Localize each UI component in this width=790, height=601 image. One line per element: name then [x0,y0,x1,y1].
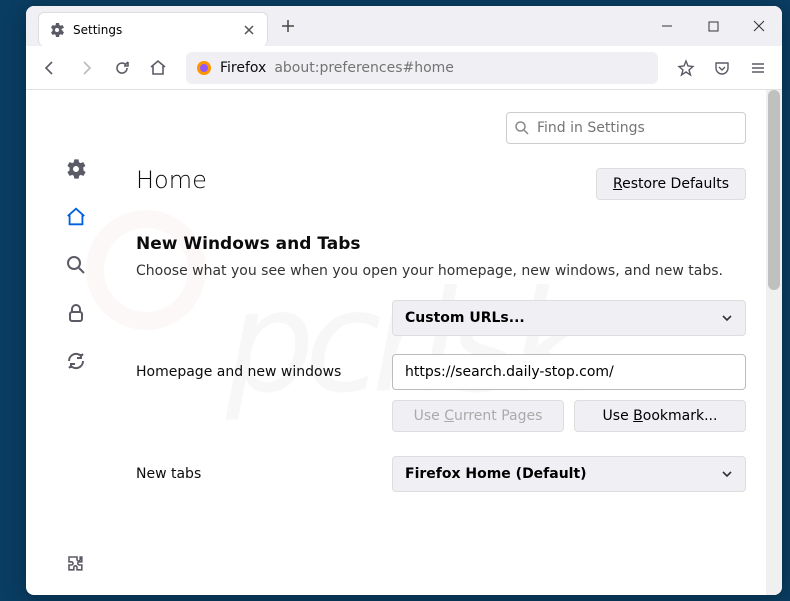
tab-bar: Settings [26,6,782,46]
bookmark-star-icon[interactable] [670,52,702,84]
use-bookmark-button[interactable]: Use Bookmark... [574,400,746,432]
menu-button[interactable] [742,52,774,84]
tab-title: Settings [73,23,233,37]
newtabs-select-value: Firefox Home (Default) [405,466,587,482]
forward-button[interactable] [70,52,102,84]
new-tab-button[interactable] [274,12,302,40]
sidebar-home-icon[interactable] [65,206,87,228]
minimize-button[interactable] [644,6,690,46]
section-title: New Windows and Tabs [136,234,762,254]
close-window-button[interactable] [736,6,782,46]
homepage-select-value: Custom URLs... [405,310,525,326]
gear-icon [49,22,65,38]
newtabs-select[interactable]: Firefox Home (Default) [392,456,746,492]
sidebar-extensions-icon[interactable] [65,553,87,575]
chevron-down-icon [721,468,733,480]
close-icon[interactable] [241,22,257,38]
sidebar [26,90,126,595]
tab-settings[interactable]: Settings [38,12,268,46]
main-content: Home Restore Defaults New Windows and Ta… [126,90,782,595]
back-button[interactable] [34,52,66,84]
newtabs-label: New tabs [136,466,376,482]
scrollbar-thumb[interactable] [768,90,780,290]
search-icon [514,120,530,136]
maximize-button[interactable] [690,6,736,46]
settings-search[interactable] [506,112,746,144]
use-current-pages-button[interactable]: Use Current Pages [392,400,564,432]
settings-search-input[interactable] [506,112,746,144]
homepage-select[interactable]: Custom URLs... [392,300,746,336]
chevron-down-icon [721,312,733,324]
sidebar-privacy-icon[interactable] [65,302,87,324]
homepage-field-label: Homepage and new windows [136,364,376,380]
url-bar[interactable]: Firefox about:preferences#home [186,52,658,84]
home-button[interactable] [142,52,174,84]
homepage-url-input[interactable] [392,354,746,390]
reload-button[interactable] [106,52,138,84]
restore-defaults-button[interactable]: Restore Defaults [596,168,746,200]
urlbar-text: about:preferences#home [274,60,454,76]
sidebar-sync-icon[interactable] [65,350,87,372]
sidebar-search-icon[interactable] [65,254,87,276]
scrollbar[interactable] [766,90,782,595]
pocket-icon[interactable] [706,52,738,84]
section-description: Choose what you see when you open your h… [136,262,762,282]
urlbar-prefix: Firefox [220,60,266,76]
toolbar: Firefox about:preferences#home [26,46,782,90]
firefox-icon [196,60,212,76]
sidebar-general-icon[interactable] [65,158,87,180]
